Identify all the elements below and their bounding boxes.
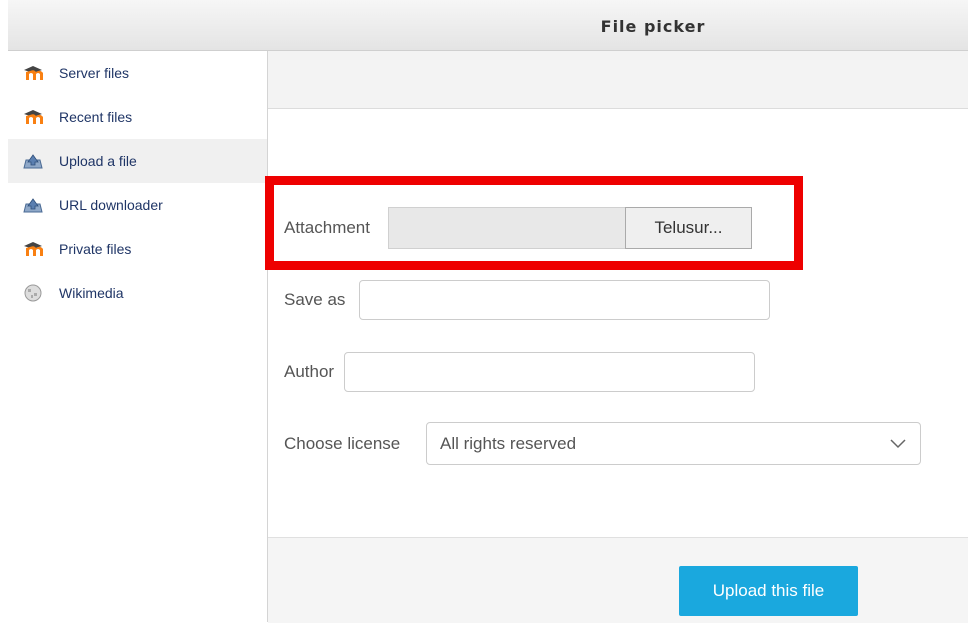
dialog-titlebar: File picker (8, 0, 968, 51)
moodle-icon (24, 242, 43, 256)
sidebar-item-label: URL downloader (59, 197, 163, 213)
sidebar-item-label: Recent files (59, 109, 133, 125)
sidebar-item-server-files[interactable]: Server files (8, 51, 267, 95)
upload-icon (23, 198, 43, 213)
license-select-value: All rights reserved (440, 434, 577, 453)
sidebar-item-label: Private files (59, 241, 132, 257)
wikimedia-globe-icon (24, 284, 42, 302)
moodle-icon (24, 66, 43, 80)
upload-icon (23, 154, 43, 169)
upload-file-button[interactable]: Upload this file (679, 566, 858, 616)
author-input[interactable] (344, 352, 755, 392)
sidebar-item-wikimedia[interactable]: Wikimedia (8, 271, 267, 315)
save-as-label: Save as (284, 290, 346, 309)
dialog-title: File picker (600, 17, 706, 36)
sidebar-item-url-downloader[interactable]: URL downloader (8, 183, 267, 227)
sidebar-item-recent-files[interactable]: Recent files (8, 95, 267, 139)
license-select[interactable]: All rights reserved (426, 422, 921, 465)
content-toolbar (268, 51, 968, 109)
sidebar-item-label: Server files (59, 65, 130, 81)
repository-sidebar: Server files Recent files Upload a file … (8, 51, 268, 622)
dialog-footer (268, 537, 968, 623)
sidebar-item-upload-a-file[interactable]: Upload a file (8, 139, 267, 183)
author-label: Author (284, 362, 335, 381)
license-label: Choose license (284, 434, 401, 453)
moodle-icon (24, 110, 43, 124)
save-as-input[interactable] (359, 280, 770, 320)
sidebar-item-label: Upload a file (59, 153, 137, 169)
highlight-box (265, 176, 803, 270)
sidebar-item-private-files[interactable]: Private files (8, 227, 267, 271)
sidebar-item-label: Wikimedia (59, 285, 124, 301)
chevron-down-icon (890, 439, 906, 449)
